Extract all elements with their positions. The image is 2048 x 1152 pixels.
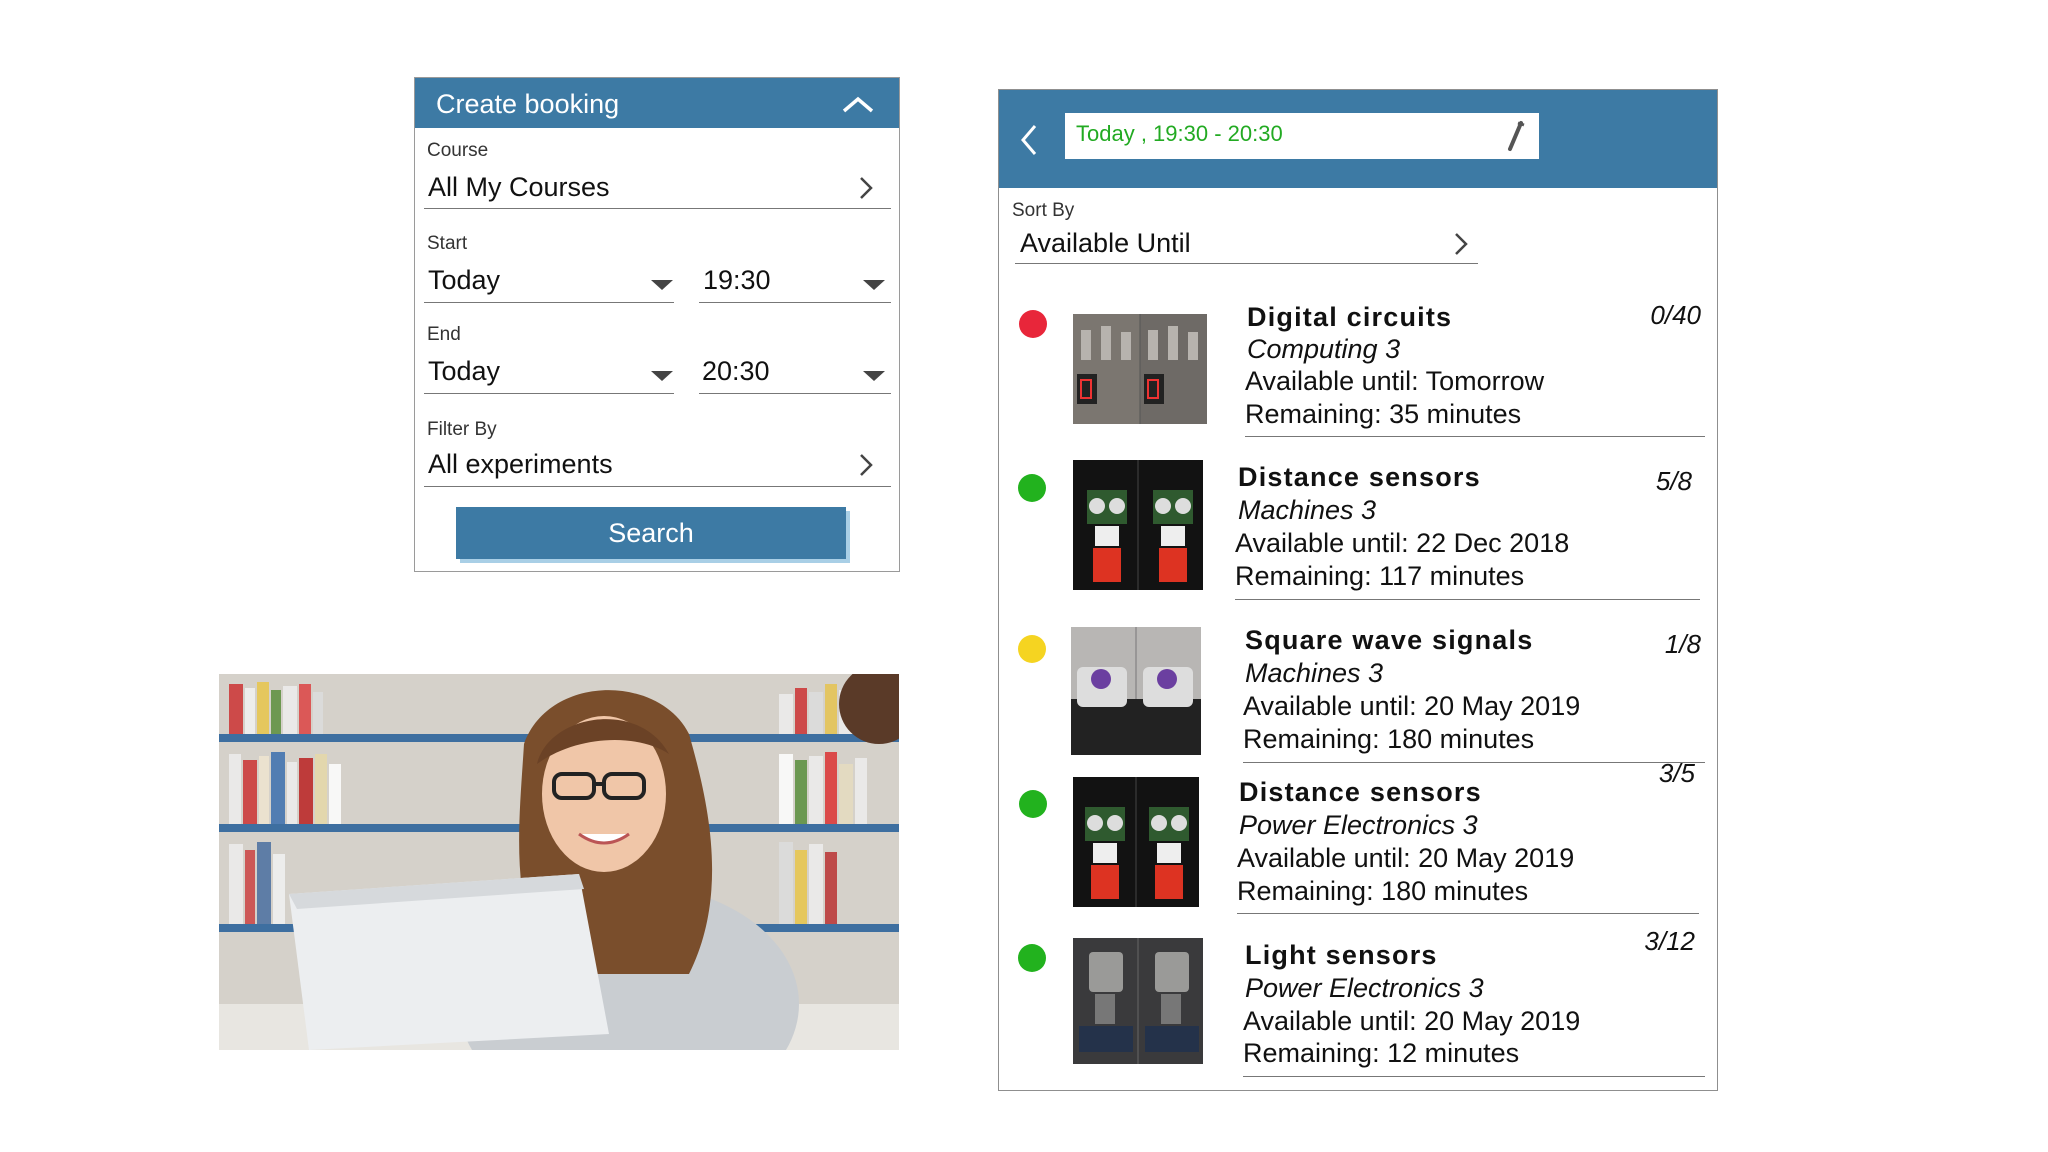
remaining-time: Remaining: 180 minutes — [1237, 876, 1529, 906]
end-label: End — [427, 324, 461, 345]
experiment-course: Computing 3 — [1247, 334, 1401, 364]
course-underline — [424, 208, 891, 209]
experiment-course: Power Electronics 3 — [1239, 810, 1478, 840]
remaining-time: Remaining: 180 minutes — [1243, 724, 1535, 754]
course-value: All My Courses — [428, 172, 610, 202]
start-label: Start — [427, 233, 468, 254]
start-date-value: Today — [428, 265, 501, 295]
dropdown-arrow-icon — [863, 371, 885, 381]
filter-label: Filter By — [427, 419, 497, 440]
experiment-thumbnail — [1073, 777, 1199, 907]
dropdown-arrow-icon — [863, 280, 885, 290]
status-dot — [1018, 635, 1046, 663]
date-range-field[interactable]: Today , 19:30 - 20:30 — [1065, 113, 1539, 159]
experiment-course: Machines 3 — [1238, 495, 1377, 525]
availability-count: 3/12 — [1644, 926, 1695, 956]
experiment-name: Distance sensors — [1239, 777, 1482, 807]
experiment-thumbnail — [1073, 314, 1207, 424]
availability-count: 5/8 — [1655, 466, 1692, 496]
remaining-time: Remaining: 117 minutes — [1235, 561, 1525, 591]
back-chevron-icon[interactable] — [1019, 122, 1039, 158]
experiment-thumbnail — [1073, 938, 1203, 1064]
remaining-time: Remaining: 12 minutes — [1243, 1038, 1520, 1068]
experiment-course: Machines 3 — [1245, 658, 1384, 688]
sort-value: Available Until — [1020, 228, 1191, 258]
create-booking-panel: Create booking Course All My Courses Sta… — [414, 77, 900, 572]
start-time-underline — [699, 302, 891, 303]
chevron-right-icon — [1455, 233, 1468, 255]
availability-count: 0/40 — [1650, 300, 1701, 330]
status-dot — [1019, 310, 1047, 338]
date-range-text: Today , 19:30 - 20:30 — [1076, 121, 1283, 146]
pencil-icon[interactable] — [1503, 119, 1527, 153]
end-date-underline — [424, 393, 674, 394]
item-divider — [1235, 599, 1700, 600]
item-divider — [1245, 436, 1705, 437]
experiment-name: Light sensors — [1245, 940, 1438, 970]
availability-count: 3/5 — [1658, 758, 1695, 788]
student-laptop-photo — [219, 674, 899, 1050]
start-date-underline — [424, 302, 674, 303]
start-time-value: 19:30 — [703, 265, 771, 295]
experiment-thumbnail — [1073, 460, 1203, 590]
available-until: Available until: 20 May 2019 — [1243, 691, 1581, 721]
end-time-value: 20:30 — [702, 356, 770, 386]
dropdown-arrow-icon — [651, 280, 673, 290]
item-divider — [1243, 1076, 1705, 1077]
status-dot — [1018, 944, 1046, 972]
experiment-name: Digital circuits — [1247, 302, 1453, 332]
course-label: Course — [427, 140, 489, 161]
booking-header[interactable]: Create booking — [415, 78, 899, 128]
experiment-course: Power Electronics 3 — [1245, 973, 1484, 1003]
chevron-up-icon[interactable] — [841, 94, 875, 114]
item-divider — [1237, 913, 1699, 914]
remaining-time: Remaining: 35 minutes — [1245, 399, 1522, 429]
available-until: Available until: 20 May 2019 — [1237, 843, 1575, 873]
chevron-right-icon — [860, 454, 873, 476]
status-dot — [1018, 474, 1046, 502]
end-time-underline — [699, 393, 891, 394]
search-button[interactable]: Search — [456, 507, 846, 559]
availability-count: 1/8 — [1664, 629, 1701, 659]
booking-title: Create booking — [436, 89, 620, 119]
status-dot — [1019, 790, 1047, 818]
available-until: Available until: Tomorrow — [1245, 366, 1545, 396]
available-until: Available until: 22 Dec 2018 — [1235, 528, 1570, 558]
chevron-right-icon — [860, 177, 873, 199]
experiment-name: Distance sensors — [1238, 462, 1481, 492]
filter-value: All experiments — [428, 449, 613, 479]
sort-label: Sort By — [1012, 200, 1075, 221]
filter-underline — [424, 486, 891, 487]
end-date-value: Today — [428, 356, 501, 386]
sort-underline — [1015, 263, 1478, 264]
experiment-name: Square wave signals — [1245, 625, 1534, 655]
experiment-thumbnail — [1071, 627, 1201, 755]
dropdown-arrow-icon — [651, 371, 673, 381]
results-panel: Today , 19:30 - 20:30 Sort By Available … — [998, 89, 1718, 1091]
available-until: Available until: 20 May 2019 — [1243, 1006, 1581, 1036]
results-header: Today , 19:30 - 20:30 — [999, 90, 1717, 188]
